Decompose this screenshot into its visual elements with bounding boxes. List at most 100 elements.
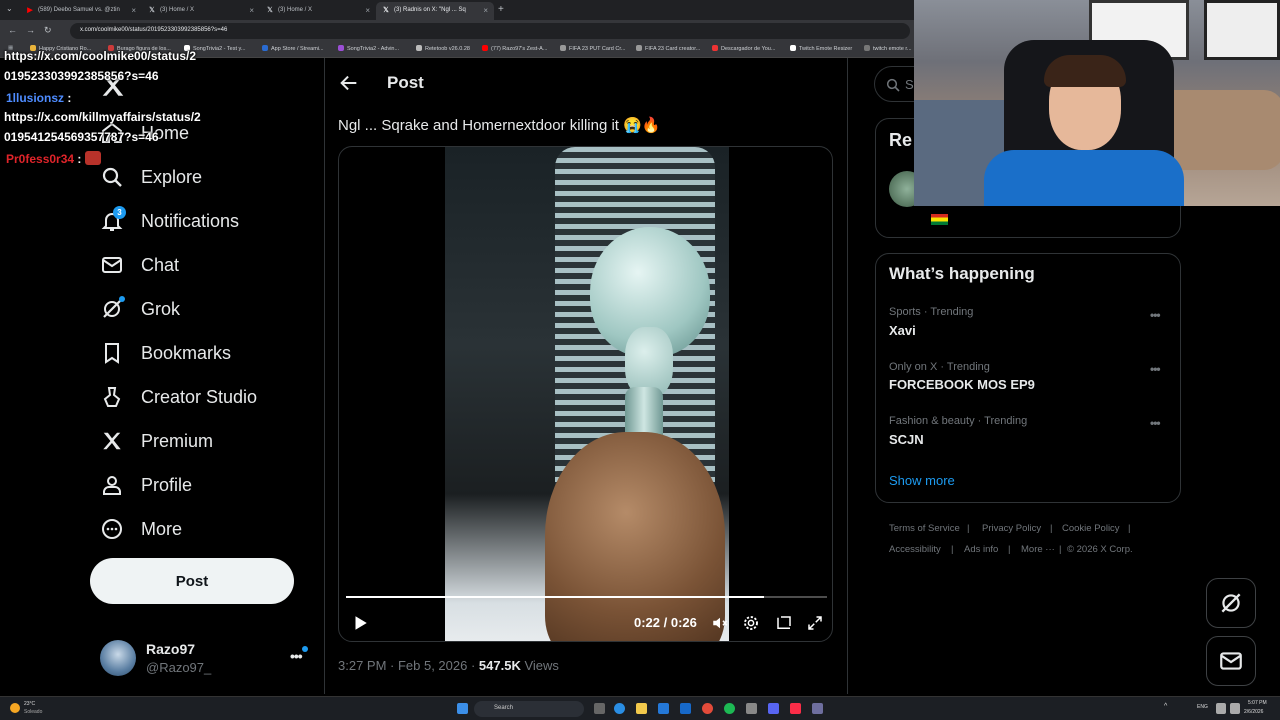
- avatar: [100, 640, 136, 676]
- post-button[interactable]: Post: [90, 558, 294, 604]
- chat-username: 1llusionsz: [6, 91, 65, 105]
- nav-label: Notifications: [141, 210, 240, 231]
- bookmark-item[interactable]: Twitch Emote Resizer: [790, 45, 852, 52]
- close-icon[interactable]: ×: [483, 6, 488, 15]
- bookmark-item[interactable]: FIFA 23 PUT Card Cr...: [560, 45, 625, 52]
- discord-icon[interactable]: [768, 703, 779, 714]
- nav-item-bookmarks[interactable]: Bookmarks: [100, 335, 231, 371]
- bookmark-item[interactable]: twitch emote r...: [864, 45, 912, 52]
- nav-item-creator-studio[interactable]: Creator Studio: [100, 379, 257, 415]
- settings-gear-icon[interactable]: [742, 614, 760, 632]
- chrome-icon[interactable]: [702, 703, 713, 714]
- footer-link[interactable]: Privacy Policy: [982, 523, 1041, 534]
- copyright: © 2026 X Corp.: [1067, 544, 1133, 555]
- wifi-icon[interactable]: [1216, 703, 1226, 714]
- trend-name[interactable]: Xavi: [889, 323, 916, 338]
- weather-desc: Soleado: [24, 709, 43, 715]
- messages-fab[interactable]: [1206, 636, 1256, 686]
- trend-more-icon[interactable]: •••: [1150, 308, 1161, 322]
- x-icon: [100, 429, 124, 453]
- trend-more-icon[interactable]: •••: [1150, 362, 1161, 376]
- music-icon[interactable]: [790, 703, 801, 714]
- nav-label: More: [141, 518, 183, 539]
- close-icon[interactable]: ×: [131, 6, 136, 15]
- play-icon[interactable]: [351, 614, 369, 632]
- forward-icon[interactable]: →: [26, 25, 35, 35]
- address-input[interactable]: x.com/coolmike00/status/2019523303992385…: [70, 23, 910, 39]
- browser-tab[interactable]: ▶ (589) Deebo Samuel vs. @ztin ×: [20, 2, 142, 20]
- trend-more-icon[interactable]: •••: [1150, 416, 1161, 430]
- task-view-icon[interactable]: [594, 703, 605, 714]
- language-indicator[interactable]: ENG: [1197, 704, 1208, 710]
- footer-link[interactable]: More ···: [1021, 544, 1055, 555]
- tray-chevron-icon[interactable]: ^: [1164, 703, 1167, 710]
- bookmark-item[interactable]: App Store / Streami...: [262, 45, 324, 52]
- fullscreen-icon[interactable]: [806, 614, 824, 632]
- taskbar-search[interactable]: Search: [474, 701, 584, 717]
- bookmark-item[interactable]: Retetoob v26.0.28: [416, 45, 470, 52]
- trend-name[interactable]: FORCEBOOK MOS EP9: [889, 377, 1035, 392]
- nav-item-grok[interactable]: Grok: [100, 291, 180, 327]
- tweet-text: Ngl ... Sqrake and Homernextdoor killing…: [338, 117, 661, 134]
- bell-icon: 3: [100, 206, 126, 233]
- app-icon[interactable]: [812, 703, 823, 714]
- close-icon[interactable]: ×: [365, 6, 370, 15]
- browser-tab[interactable]: 𝕏 (3) Home / X ×: [260, 2, 376, 20]
- browser-tab[interactable]: 𝕏 (3) Home / X ×: [142, 2, 260, 20]
- browser-tab-active[interactable]: 𝕏 (3) Radnis on X: "Ngl ... Sq ×: [376, 2, 494, 20]
- nav-item-premium[interactable]: Premium: [100, 423, 213, 459]
- video-progress-bar[interactable]: [346, 596, 827, 598]
- trends-title: What’s happening: [889, 264, 1035, 283]
- footer-link[interactable]: Terms of Service: [889, 523, 960, 534]
- close-icon[interactable]: ×: [249, 6, 254, 15]
- new-tab-button[interactable]: +: [498, 4, 504, 15]
- grok-icon: [100, 296, 125, 321]
- trend-name[interactable]: SCJN: [889, 432, 924, 447]
- x-icon: 𝕏: [267, 7, 273, 14]
- bookmark-item[interactable]: Descargador de You...: [712, 45, 775, 52]
- windows-start-icon[interactable]: [457, 703, 468, 714]
- back-arrow-icon[interactable]: [338, 72, 360, 94]
- edge-icon[interactable]: [614, 703, 625, 714]
- reload-icon[interactable]: ↻: [44, 25, 52, 36]
- footer-link[interactable]: Accessibility: [889, 544, 941, 555]
- video-player[interactable]: 0:22 / 0:26: [338, 146, 833, 642]
- clock-date[interactable]: 2/6/2026: [1244, 709, 1263, 715]
- footer-link[interactable]: Cookie Policy: [1062, 523, 1120, 534]
- chat-message: 019523303992385856?s=46: [4, 69, 159, 83]
- nav-label: Profile: [141, 474, 193, 495]
- store-icon[interactable]: [658, 703, 669, 714]
- pip-icon[interactable]: [775, 614, 793, 632]
- bookmark-item[interactable]: FIFA 23 Card creator...: [636, 45, 700, 52]
- footer-link[interactable]: Ads info: [964, 544, 998, 555]
- unread-dot: [302, 646, 308, 652]
- nav-item-chat[interactable]: Chat: [100, 247, 179, 283]
- mail-app-icon[interactable]: [680, 703, 691, 714]
- volume-icon[interactable]: [1230, 703, 1240, 714]
- chat-username: Pr0fess0r34: [6, 152, 75, 166]
- weather-temp: 23°C: [24, 701, 36, 707]
- nav-item-explore[interactable]: Explore: [100, 159, 202, 195]
- account-switcher[interactable]: Razo97 @Razo97_ •••: [100, 638, 310, 678]
- grok-fab[interactable]: [1206, 578, 1256, 628]
- file-explorer-icon[interactable]: [636, 703, 647, 714]
- nav-item-more[interactable]: More: [100, 511, 182, 547]
- clock-time[interactable]: 5:07 PM: [1248, 700, 1267, 706]
- nav-item-profile[interactable]: Profile: [100, 467, 192, 503]
- bookmark-item[interactable]: SongTrivia2 - Advin...: [338, 45, 399, 52]
- tab-list-icon[interactable]: ⌄: [6, 4, 13, 13]
- bookmark-item[interactable]: (77) Razo97's Zest-A...: [482, 45, 547, 52]
- search-icon: [886, 78, 900, 92]
- volume-muted-icon[interactable]: [711, 614, 729, 632]
- nav-item-notifications[interactable]: 3 Notifications: [100, 203, 239, 239]
- spotify-icon[interactable]: [724, 703, 735, 714]
- show-more-link[interactable]: Show more: [889, 473, 955, 488]
- chat-message: 019541254569357787?s=46: [4, 130, 159, 144]
- webcam-overlay: [914, 0, 1280, 206]
- video-time: 0:22 / 0:26: [634, 615, 697, 630]
- sun-icon: [10, 703, 20, 713]
- relevant-people-title: Re: [889, 130, 913, 150]
- grok-icon: [1221, 593, 1241, 613]
- back-icon[interactable]: ←: [8, 25, 17, 35]
- obs-icon[interactable]: [746, 703, 757, 714]
